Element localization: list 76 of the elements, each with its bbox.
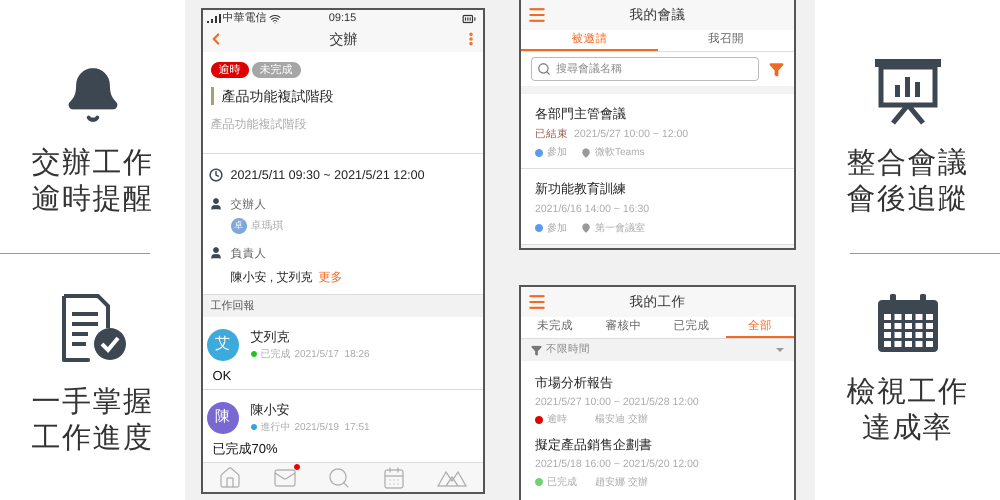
- report-time: 2021/5/17 18:26: [294, 348, 370, 362]
- meeting-title[interactable]: 新功能教育訓練: [535, 179, 780, 199]
- task-title[interactable]: 擬定產品銷售企劃書: [535, 435, 780, 455]
- feature-caption: 檢視工作: [846, 375, 968, 410]
- meeting-status: 已結束: [535, 126, 568, 142]
- location-icon: [581, 148, 591, 158]
- home-icon[interactable]: [218, 466, 242, 490]
- reporter-name: 陳小安: [250, 401, 290, 420]
- carrier-name: 中華電信: [222, 11, 266, 26]
- report-time: 2021/5/19 17:51: [294, 420, 370, 435]
- filter-icon[interactable]: [769, 62, 784, 76]
- reporter-name: 艾列克: [250, 328, 290, 346]
- task-time: 2021/5/18 16:00 ~ 2021/5/20 12:00: [535, 456, 700, 472]
- task-time: 2021/5/27 10:00 ~ 2021/5/28 12:00: [535, 394, 700, 410]
- report-status: 已完成: [260, 348, 290, 362]
- tab[interactable]: 我召開: [658, 30, 794, 51]
- feature-caption: 交辦工作: [32, 146, 154, 181]
- screen-title: 交辦: [330, 30, 358, 49]
- avatar: 陳: [206, 402, 238, 434]
- avatar: 艾: [206, 328, 238, 361]
- owner-names: 陳小安 , 艾列克: [230, 268, 313, 286]
- task-title[interactable]: 市場分析報告: [535, 373, 780, 392]
- task-status: 逾時: [547, 412, 568, 428]
- calendar-icon: [876, 292, 940, 354]
- tab[interactable]: 審核中: [589, 317, 658, 338]
- calendar-icon[interactable]: [382, 466, 406, 490]
- menu-icon[interactable]: [527, 5, 547, 25]
- feature-caption: 一手掌握: [32, 385, 154, 420]
- avatar: 卓: [230, 218, 246, 234]
- more-link[interactable]: 更多: [318, 268, 343, 286]
- logo-icon[interactable]: [437, 468, 468, 487]
- screen-title: 我的工作: [628, 292, 686, 311]
- report-text: 已完成70%: [212, 440, 279, 458]
- report-status: 進行中: [260, 420, 290, 435]
- location-icon: [581, 223, 591, 233]
- person-icon: [208, 246, 222, 260]
- feature-caption: 工作進度: [32, 421, 154, 456]
- filter-icon[interactable]: [531, 344, 542, 356]
- tab[interactable]: 已完成: [658, 317, 726, 338]
- tab[interactable]: 未完成: [521, 317, 590, 338]
- assigner-icon: [208, 196, 222, 211]
- dropdown-caret-icon[interactable]: [776, 348, 784, 352]
- screen-title: 我的會議: [628, 6, 686, 24]
- task-description: 產品功能複試階段: [210, 116, 308, 133]
- section-header: 工作回報: [210, 298, 254, 314]
- clock-time: 09:15: [328, 11, 356, 26]
- presentation-chart-icon: [872, 57, 942, 125]
- assigner-name: 卓瑪琪: [250, 218, 284, 234]
- meeting-location: 第一會議室: [595, 222, 645, 236]
- meeting-time: 2021/6/16 14:00 ~ 16:30: [535, 202, 650, 217]
- search-icon[interactable]: [327, 466, 352, 490]
- response-status: 參加: [547, 146, 567, 160]
- feature-caption: 會後追蹤: [846, 182, 968, 217]
- report-text: OK: [212, 366, 232, 385]
- clock-icon: [208, 168, 222, 182]
- task-status: 已完成: [547, 476, 578, 490]
- signal-icon: [206, 14, 220, 24]
- task-heading: 產品功能複試階段: [222, 86, 334, 106]
- task-assigner: 楊安迪 交辦: [595, 412, 648, 428]
- response-status: 參加: [547, 222, 567, 236]
- meeting-location: 微軟Teams: [595, 146, 644, 160]
- menu-icon[interactable]: [527, 292, 547, 312]
- status-tag: 逾時: [210, 62, 248, 78]
- meeting-title[interactable]: 各部門主管會議: [535, 104, 780, 124]
- status-tag: 未完成: [252, 62, 300, 78]
- search-icon: [537, 62, 551, 76]
- time-range: 2021/5/11 09:30 ~ 2021/5/21 12:00: [230, 166, 425, 184]
- feature-caption: 逾時提醒: [32, 182, 154, 217]
- field-label: 交辦人: [230, 197, 268, 213]
- field-label: 負責人: [230, 246, 268, 262]
- task-assigner: 趙安娜 交辦: [595, 476, 648, 490]
- meeting-time: 2021/5/27 10:00 ~ 12:00: [574, 126, 688, 142]
- accent-bar: [210, 87, 214, 106]
- feature-caption: 達成率: [862, 411, 954, 446]
- feature-caption: 整合會議: [846, 146, 968, 181]
- search-field[interactable]: 搜尋會議名稱: [531, 57, 759, 81]
